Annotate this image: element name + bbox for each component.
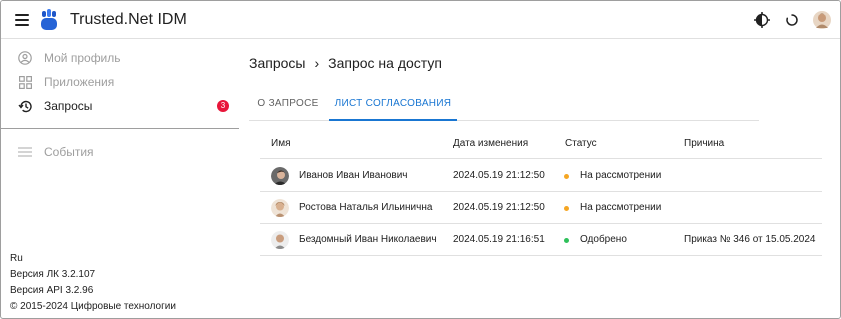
sidebar-item-requests[interactable]: Запросы 3 bbox=[1, 94, 239, 118]
tab-approval-sheet[interactable]: ЛИСТ СОГЛАСОВАНИЯ bbox=[329, 91, 457, 121]
column-header-date[interactable]: Дата изменения bbox=[453, 138, 528, 149]
column-header-status[interactable]: Статус bbox=[565, 138, 597, 149]
change-date: 2024.05.19 21:12:50 bbox=[453, 170, 545, 181]
breadcrumb-separator: › bbox=[314, 55, 320, 71]
column-header-name[interactable]: Имя bbox=[271, 138, 290, 149]
app-window: Trusted.Net IDM Мой профиль Приложения З… bbox=[0, 0, 841, 319]
user-circle-icon bbox=[17, 50, 33, 66]
sidebar: Мой профиль Приложения Запросы 3 События… bbox=[1, 40, 239, 318]
avatar bbox=[271, 231, 289, 249]
table-row[interactable]: Иванов Иван Иванович 2024.05.19 21:12:50… bbox=[260, 160, 822, 192]
table-header: Имя Дата изменения Статус Причина bbox=[260, 129, 822, 159]
status-dot bbox=[564, 174, 569, 179]
breadcrumb-requests-link[interactable]: Запросы bbox=[249, 55, 305, 71]
table-row[interactable]: Бездомный Иван Николаевич 2024.05.19 21:… bbox=[260, 224, 822, 256]
sidebar-item-label: События bbox=[44, 145, 94, 159]
refresh-icon[interactable] bbox=[782, 10, 802, 30]
sidebar-item-apps[interactable]: Приложения bbox=[1, 70, 239, 94]
copyright: © 2015-2024 Цифровые технологии bbox=[10, 301, 176, 312]
reason-text: Приказ № 346 от 15.05.2024 bbox=[684, 234, 816, 245]
status-text: На рассмотрении bbox=[580, 202, 662, 213]
tab-bar: О ЗАПРОСЕ ЛИСТ СОГЛАСОВАНИЯ bbox=[249, 91, 759, 121]
status-dot bbox=[564, 238, 569, 243]
sidebar-item-profile[interactable]: Мой профиль bbox=[1, 46, 239, 70]
breadcrumb: Запросы › Запрос на доступ bbox=[249, 55, 442, 71]
avatar bbox=[271, 167, 289, 185]
sidebar-item-events[interactable]: События bbox=[1, 140, 239, 164]
change-date: 2024.05.19 21:16:51 bbox=[453, 234, 545, 245]
top-app-bar: Trusted.Net IDM bbox=[1, 1, 840, 39]
sidebar-divider bbox=[1, 128, 239, 129]
status-text: Одобрено bbox=[580, 234, 627, 245]
requests-count-badge: 3 bbox=[217, 100, 229, 112]
column-header-reason[interactable]: Причина bbox=[684, 138, 724, 149]
approver-name: Иванов Иван Иванович bbox=[299, 170, 408, 181]
avatar bbox=[271, 199, 289, 217]
apps-grid-icon bbox=[17, 74, 33, 90]
approver-name: Бездомный Иван Николаевич bbox=[299, 234, 437, 245]
lk-version: Версия ЛК 3.2.107 bbox=[10, 269, 96, 280]
sidebar-item-label: Запросы bbox=[44, 99, 93, 113]
status-text: На рассмотрении bbox=[580, 170, 662, 181]
theme-toggle-icon[interactable] bbox=[752, 10, 772, 30]
page-title: Запрос на доступ bbox=[328, 55, 442, 71]
history-icon bbox=[17, 98, 33, 114]
app-title: Trusted.Net IDM bbox=[70, 11, 187, 28]
sidebar-item-label: Мой профиль bbox=[44, 51, 121, 65]
sidebar-item-label: Приложения bbox=[44, 75, 115, 89]
approver-name: Ростова Наталья Ильинична bbox=[299, 202, 433, 213]
menu-icon[interactable] bbox=[15, 14, 29, 26]
status-dot bbox=[564, 206, 569, 211]
tab-about-request[interactable]: О ЗАПРОСЕ bbox=[249, 91, 327, 121]
table-row[interactable]: Ростова Наталья Ильинична 2024.05.19 21:… bbox=[260, 192, 822, 224]
sidebar-footer: Ru Версия ЛК 3.2.107 Версия API 3.2.96 ©… bbox=[10, 251, 176, 315]
change-date: 2024.05.19 21:12:50 bbox=[453, 202, 545, 213]
trusted-net-logo bbox=[41, 9, 57, 30]
user-avatar[interactable] bbox=[812, 10, 832, 30]
language-selector[interactable]: Ru bbox=[10, 251, 176, 267]
api-version: Версия API 3.2.96 bbox=[10, 285, 94, 296]
events-list-icon bbox=[17, 144, 33, 160]
